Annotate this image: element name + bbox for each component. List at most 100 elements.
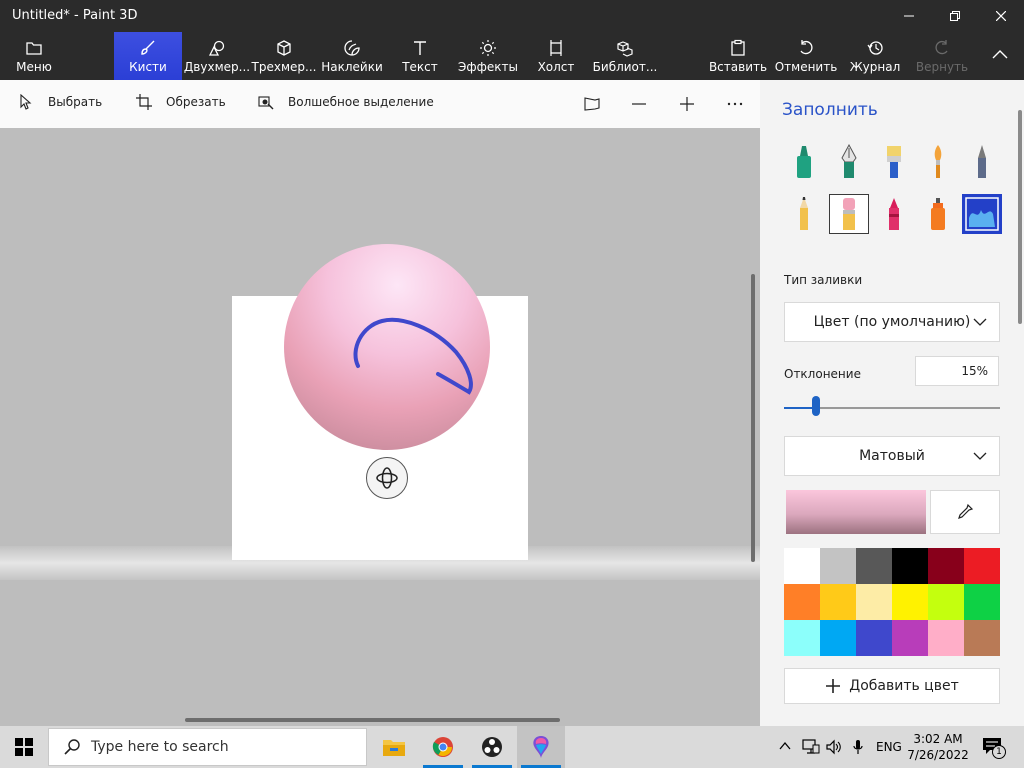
- magic-select-icon: [258, 96, 274, 110]
- history-button[interactable]: Журнал: [848, 32, 902, 80]
- brush-pixel-pen[interactable]: [962, 142, 1002, 182]
- color-swatch[interactable]: [856, 548, 892, 584]
- canvas-workspace[interactable]: [0, 128, 760, 726]
- undo-label: Отменить: [774, 59, 838, 74]
- magic-select-button[interactable]: Волшебное выделение: [258, 94, 434, 110]
- zoom-out-icon[interactable]: [630, 95, 648, 113]
- select-button[interactable]: Выбрать: [18, 94, 102, 110]
- language-indicator[interactable]: ENG: [876, 740, 902, 754]
- redo-button[interactable]: Вернуть: [914, 32, 970, 80]
- vertical-scrollbar[interactable]: [751, 274, 755, 562]
- tab-canvas-label: Холст: [537, 59, 575, 74]
- tab-3d-shapes[interactable]: Трехмер...: [252, 32, 316, 80]
- crayon-icon: [889, 198, 899, 230]
- zoom-in-icon[interactable]: [678, 95, 696, 113]
- deviation-slider-thumb[interactable]: [812, 396, 821, 416]
- start-button[interactable]: [0, 726, 48, 768]
- deviation-input[interactable]: 15%: [915, 356, 999, 386]
- panel-title: Заполнить: [782, 100, 878, 120]
- eyedropper-button[interactable]: [930, 490, 1000, 534]
- brush-oil[interactable]: [874, 142, 914, 182]
- taskbar: Type here to search ENG 3:02 AM 7/26/202…: [0, 726, 1024, 768]
- chrome-taskbar-button[interactable]: [419, 726, 467, 768]
- maximize-button[interactable]: [932, 0, 978, 32]
- history-label: Журнал: [849, 59, 901, 74]
- taskbar-search[interactable]: Type here to search: [48, 728, 367, 766]
- panel-scrollbar[interactable]: [1018, 110, 1022, 324]
- collapse-toolbar-button[interactable]: [982, 32, 1018, 80]
- tab-library[interactable]: Библиот...: [593, 32, 657, 80]
- color-swatch[interactable]: [820, 620, 856, 656]
- tab-stickers[interactable]: Наклейки: [321, 32, 383, 80]
- shapes-2d-icon: [208, 40, 225, 56]
- brush-spray-can[interactable]: [918, 194, 958, 234]
- color-swatch[interactable]: [820, 584, 856, 620]
- tab-effects[interactable]: Эффекты: [458, 32, 518, 80]
- color-swatch[interactable]: [892, 548, 928, 584]
- color-swatch[interactable]: [928, 548, 964, 584]
- color-swatch[interactable]: [856, 620, 892, 656]
- current-color-preview[interactable]: [786, 490, 926, 534]
- chevron-down-icon: [973, 452, 987, 460]
- more-options-icon[interactable]: [726, 95, 744, 113]
- paste-button[interactable]: Вставить: [709, 32, 767, 80]
- menu-button[interactable]: Меню: [6, 32, 62, 80]
- color-swatch[interactable]: [964, 620, 1000, 656]
- color-swatch[interactable]: [892, 620, 928, 656]
- magic-select-label: Волшебное выделение: [288, 95, 434, 109]
- plus-icon: [826, 679, 841, 693]
- brush-watercolor[interactable]: [918, 142, 958, 182]
- notifications-button[interactable]: 1: [982, 737, 1006, 759]
- oil-brush-icon: [887, 146, 901, 178]
- crop-button[interactable]: Обрезать: [136, 94, 226, 110]
- tab-2d-shapes[interactable]: Двухмер...: [184, 32, 250, 80]
- tab-effects-label: Эффекты: [458, 59, 518, 74]
- tab-text[interactable]: Текст: [396, 32, 444, 80]
- tab-canvas[interactable]: Холст: [534, 32, 578, 80]
- brush-calligraphy-pen[interactable]: [829, 142, 869, 182]
- fill-panel: Заполнить Тип заливки Цвет (по умолчанию…: [760, 80, 1024, 726]
- color-swatch[interactable]: [964, 548, 1000, 584]
- window-title: Untitled* - Paint 3D: [12, 8, 138, 23]
- color-swatch[interactable]: [820, 548, 856, 584]
- color-swatch[interactable]: [964, 584, 1000, 620]
- brush-eraser[interactable]: [829, 194, 869, 234]
- add-color-button[interactable]: Добавить цвет: [784, 668, 1000, 704]
- windows-logo-icon: [15, 738, 33, 756]
- network-icon[interactable]: [802, 739, 820, 755]
- fill-type-dropdown[interactable]: Цвет (по умолчанию): [784, 302, 1000, 342]
- chevron-up-icon[interactable]: [779, 740, 791, 752]
- view-3d-icon[interactable]: [583, 95, 601, 113]
- horizontal-scrollbar[interactable]: [185, 718, 560, 722]
- rotate-handle[interactable]: [366, 457, 408, 499]
- color-swatch[interactable]: [784, 548, 820, 584]
- brush-pencil[interactable]: [784, 194, 824, 234]
- brush-crayon[interactable]: [874, 194, 914, 234]
- sun-icon: [480, 39, 496, 56]
- color-swatch[interactable]: [928, 620, 964, 656]
- color-swatch[interactable]: [784, 584, 820, 620]
- calligraphy-pen-icon: [841, 144, 857, 178]
- color-palette: [784, 548, 1000, 656]
- undo-button[interactable]: Отменить: [774, 32, 838, 80]
- paint-3d-taskbar-button[interactable]: [517, 726, 565, 768]
- brush-fill[interactable]: [962, 194, 1002, 234]
- finish-dropdown[interactable]: Матовый: [784, 436, 1000, 476]
- tab-brushes[interactable]: Кисти: [114, 32, 182, 80]
- obs-taskbar-button[interactable]: [468, 726, 516, 768]
- fill-type-label: Тип заливки: [784, 273, 863, 287]
- clock-time: 3:02 AM: [913, 732, 963, 746]
- color-swatch[interactable]: [928, 584, 964, 620]
- close-button[interactable]: [978, 0, 1024, 32]
- taskbar-clock[interactable]: 3:02 AM 7/26/2022: [906, 731, 970, 763]
- brush-marker[interactable]: [784, 142, 824, 182]
- color-swatch[interactable]: [856, 584, 892, 620]
- restore-icon: [950, 11, 960, 21]
- select-label: Выбрать: [48, 95, 103, 109]
- color-swatch[interactable]: [784, 620, 820, 656]
- file-explorer-taskbar-button[interactable]: [370, 726, 418, 768]
- minimize-button[interactable]: [886, 0, 932, 32]
- color-swatch[interactable]: [892, 584, 928, 620]
- microphone-icon[interactable]: [852, 739, 864, 755]
- volume-icon[interactable]: [826, 739, 842, 755]
